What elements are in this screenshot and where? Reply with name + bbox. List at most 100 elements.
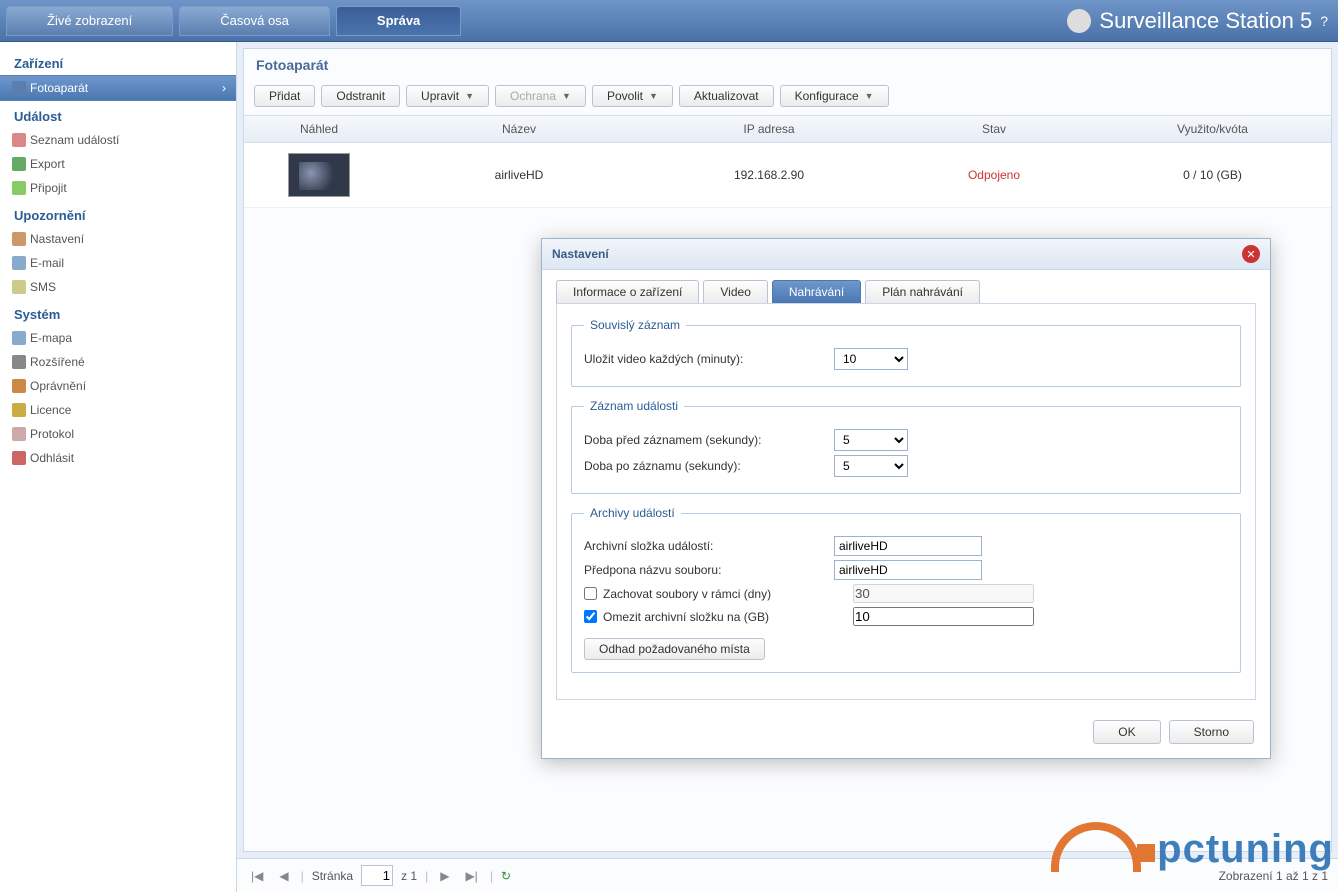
chevron-down-icon: ▼: [649, 91, 658, 101]
sidebar-item-label: Licence: [30, 403, 71, 417]
sidebar-item-camera[interactable]: Fotoaparát: [0, 75, 236, 101]
keep-files-input: [853, 584, 1034, 603]
sidebar-item-protocol[interactable]: Protokol: [0, 422, 236, 446]
estimate-space-button[interactable]: Odhad požadovaného místa: [584, 638, 765, 660]
watermark-logo: pctuning: [1051, 822, 1334, 872]
button-label: Odhad požadovaného místa: [599, 642, 750, 656]
continuous-legend: Souvislý záznam: [584, 318, 686, 332]
edit-button[interactable]: Upravit▼: [406, 85, 489, 107]
help-icon[interactable]: ?: [1320, 13, 1328, 29]
protection-button[interactable]: Ochrana▼: [495, 85, 586, 107]
refresh-icon[interactable]: ↻: [501, 869, 511, 883]
mail-icon: [12, 256, 26, 270]
page-input[interactable]: [361, 865, 393, 886]
sidebar-item-label: SMS: [30, 280, 56, 294]
close-icon[interactable]: ✕: [1242, 245, 1260, 263]
key-icon: [12, 379, 26, 393]
cancel-button[interactable]: Storno: [1169, 720, 1254, 744]
button-label: Přidat: [269, 89, 300, 103]
file-prefix-label: Předpona názvu souboru:: [584, 563, 834, 577]
sidebar-item-email[interactable]: E-mail: [0, 251, 236, 275]
export-icon: [12, 157, 26, 171]
map-icon: [12, 331, 26, 345]
keep-files-checkbox[interactable]: [584, 587, 597, 600]
top-tab-live[interactable]: Živé zobrazení: [6, 6, 173, 36]
save-interval-label: Uložit video každých (minuty):: [584, 352, 834, 366]
settings-dialog: Nastavení ✕ Informace o zařízení Video N…: [541, 238, 1271, 759]
connect-icon: [12, 181, 26, 195]
col-quota[interactable]: Využito/kvóta: [1094, 116, 1331, 142]
sidebar-item-export[interactable]: Export: [0, 152, 236, 176]
ok-button[interactable]: OK: [1093, 720, 1160, 744]
sidebar-item-label: Oprávnění: [30, 379, 86, 393]
top-tab-timeline[interactable]: Časová osa: [179, 6, 330, 36]
table-row[interactable]: airliveHD 192.168.2.90 Odpojeno 0 / 10 (…: [244, 143, 1331, 208]
last-page-button[interactable]: ▶|: [461, 869, 481, 883]
enable-button[interactable]: Povolit ▼: [592, 85, 673, 107]
sidebar-item-advanced[interactable]: Rozšířené: [0, 350, 236, 374]
cell-ip: 192.168.2.90: [644, 164, 894, 186]
delete-button[interactable]: Odstranit: [321, 85, 400, 107]
dialog-header[interactable]: Nastavení ✕: [542, 239, 1270, 270]
next-page-button[interactable]: ▶: [436, 869, 453, 883]
sidebar-item-label: Seznam událostí: [30, 133, 119, 147]
sidebar-item-logout[interactable]: Odhlásit: [0, 446, 236, 470]
logout-icon: [12, 451, 26, 465]
limit-archive-input[interactable]: [853, 607, 1034, 626]
add-button[interactable]: Přidat: [254, 85, 315, 107]
col-status[interactable]: Stav: [894, 116, 1094, 142]
sidebar-item-emap[interactable]: E-mapa: [0, 326, 236, 350]
tab-video[interactable]: Video: [703, 280, 767, 303]
sidebar-item-sms[interactable]: SMS: [0, 275, 236, 299]
button-label: Storno: [1194, 725, 1229, 739]
sidebar-item-label: E-mapa: [30, 331, 72, 345]
first-page-button[interactable]: |◀: [247, 869, 267, 883]
watermark-text: pctuning: [1157, 827, 1334, 871]
button-label: Povolit: [607, 89, 643, 103]
col-name[interactable]: Název: [394, 116, 644, 142]
page-label: Stránka: [312, 869, 353, 883]
side-group-event: Událost: [0, 101, 236, 128]
book-icon: [12, 427, 26, 441]
tab-recording[interactable]: Nahrávání: [772, 280, 861, 303]
dialog-footer: OK Storno: [542, 710, 1270, 758]
chevron-down-icon: ▼: [562, 91, 571, 101]
sidebar-item-label: Export: [30, 157, 65, 171]
file-prefix-input[interactable]: [834, 560, 982, 580]
pre-record-select[interactable]: 5: [834, 429, 908, 451]
camera-icon: [12, 81, 26, 95]
top-tab-admin[interactable]: Správa: [336, 6, 461, 36]
sidebar-item-license[interactable]: Licence: [0, 398, 236, 422]
sidebar-item-settings[interactable]: Nastavení: [0, 227, 236, 251]
sidebar-item-eventlist[interactable]: Seznam událostí: [0, 128, 236, 152]
button-label: Aktualizovat: [694, 89, 759, 103]
archive-folder-input[interactable]: [834, 536, 982, 556]
gauge-icon: [1051, 822, 1141, 872]
sidebar-item-label: Protokol: [30, 427, 74, 441]
page-title: Fotoaparát: [244, 49, 1331, 81]
gear-icon: [12, 355, 26, 369]
sidebar-item-connect[interactable]: Připojit: [0, 176, 236, 200]
tab-schedule[interactable]: Plán nahrávání: [865, 280, 980, 303]
event-recording-fieldset: Záznam události Doba před záznamem (seku…: [571, 399, 1241, 494]
post-record-select[interactable]: 5: [834, 455, 908, 477]
button-label: Odstranit: [336, 89, 385, 103]
prev-page-button[interactable]: ◀: [275, 869, 292, 883]
sidebar-item-permissions[interactable]: Oprávnění: [0, 374, 236, 398]
event-recording-legend: Záznam události: [584, 399, 684, 413]
toolbar: Přidat Odstranit Upravit▼ Ochrana▼ Povol…: [244, 81, 1331, 116]
configure-button[interactable]: Konfigurace▼: [780, 85, 889, 107]
col-thumb[interactable]: Náhled: [244, 116, 394, 142]
tab-device-info[interactable]: Informace o zařízení: [556, 280, 699, 303]
refresh-button[interactable]: Aktualizovat: [679, 85, 774, 107]
save-interval-select[interactable]: 10: [834, 348, 908, 370]
app-header: Živé zobrazení Časová osa Správa Surveil…: [0, 0, 1338, 42]
sidebar: Zařízení Fotoaparát Událost Seznam událo…: [0, 42, 237, 892]
sms-icon: [12, 280, 26, 294]
side-group-notify: Upozornění: [0, 200, 236, 227]
post-record-label: Doba po záznamu (sekundy):: [584, 459, 834, 473]
limit-archive-checkbox[interactable]: [584, 610, 597, 623]
continuous-fieldset: Souvislý záznam Uložit video každých (mi…: [571, 318, 1241, 387]
col-ip[interactable]: IP adresa: [644, 116, 894, 142]
button-label: Upravit: [421, 89, 459, 103]
